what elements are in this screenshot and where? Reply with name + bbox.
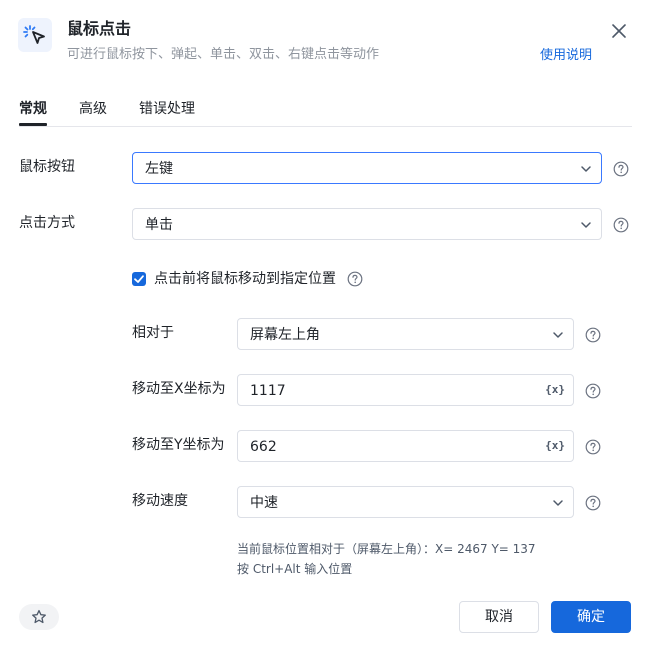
favorite-button[interactable] bbox=[19, 604, 59, 630]
move-speed-value: 中速 bbox=[250, 495, 278, 511]
close-icon[interactable] bbox=[608, 20, 630, 42]
mouse-button-value: 左键 bbox=[145, 161, 173, 177]
help-question-icon[interactable] bbox=[347, 271, 363, 287]
cursor-position-info: 当前鼠标位置相对于（屏幕左上角）：X= 2467 Y= 137 bbox=[237, 542, 536, 556]
check-icon bbox=[134, 275, 144, 283]
dialog-subtitle: 可进行鼠标按下、弹起、单击、双击、右键点击等动作 bbox=[67, 47, 380, 62]
capture-hint: 按 Ctrl+Alt 输入位置 bbox=[237, 562, 353, 576]
chevron-down-icon bbox=[581, 222, 591, 228]
tab-general[interactable]: 常规 bbox=[19, 98, 47, 120]
move-y-value: 662 bbox=[250, 439, 277, 455]
chevron-down-icon bbox=[553, 332, 563, 338]
relative-to-label: 相对于 bbox=[132, 325, 174, 341]
mouse-click-icon bbox=[18, 18, 52, 52]
help-question-icon[interactable] bbox=[585, 439, 601, 455]
help-question-icon[interactable] bbox=[613, 217, 629, 233]
cancel-button[interactable]: 取消 bbox=[459, 601, 539, 633]
help-question-icon[interactable] bbox=[613, 161, 629, 177]
tabs-divider bbox=[19, 126, 632, 127]
move-x-value: 1117 bbox=[250, 383, 286, 399]
move-speed-select[interactable]: 中速 bbox=[237, 486, 574, 518]
variable-icon[interactable]: {x} bbox=[545, 382, 565, 398]
click-mode-select[interactable]: 单击 bbox=[132, 208, 602, 240]
variable-icon[interactable]: {x} bbox=[545, 438, 565, 454]
move-y-input[interactable]: 662 {x} bbox=[237, 430, 574, 462]
help-question-icon[interactable] bbox=[585, 383, 601, 399]
mouse-button-label: 鼠标按钮 bbox=[19, 159, 75, 175]
mouse-button-select[interactable]: 左键 bbox=[132, 152, 602, 184]
click-mode-label: 点击方式 bbox=[19, 215, 75, 231]
move-before-click-checkbox[interactable] bbox=[132, 272, 146, 286]
help-link[interactable]: 使用说明 bbox=[540, 47, 592, 65]
move-before-click-label[interactable]: 点击前将鼠标移动到指定位置 bbox=[154, 269, 336, 289]
move-x-input[interactable]: 1117 {x} bbox=[237, 374, 574, 406]
move-y-label: 移动至Y坐标为 bbox=[132, 437, 225, 453]
help-question-icon[interactable] bbox=[585, 327, 601, 343]
star-icon bbox=[32, 609, 46, 624]
tab-advanced[interactable]: 高级 bbox=[79, 98, 107, 120]
click-mode-value: 单击 bbox=[145, 217, 173, 233]
tab-error-handling[interactable]: 错误处理 bbox=[139, 98, 195, 120]
help-question-icon[interactable] bbox=[585, 495, 601, 511]
relative-to-select[interactable]: 屏幕左上角 bbox=[237, 318, 574, 350]
move-speed-label: 移动速度 bbox=[132, 493, 188, 509]
relative-to-value: 屏幕左上角 bbox=[250, 327, 320, 343]
chevron-down-icon bbox=[553, 500, 563, 506]
confirm-button[interactable]: 确定 bbox=[551, 601, 631, 633]
dialog-title: 鼠标点击 bbox=[67, 19, 132, 38]
chevron-down-icon bbox=[581, 166, 591, 172]
move-x-label: 移动至X坐标为 bbox=[132, 381, 226, 397]
